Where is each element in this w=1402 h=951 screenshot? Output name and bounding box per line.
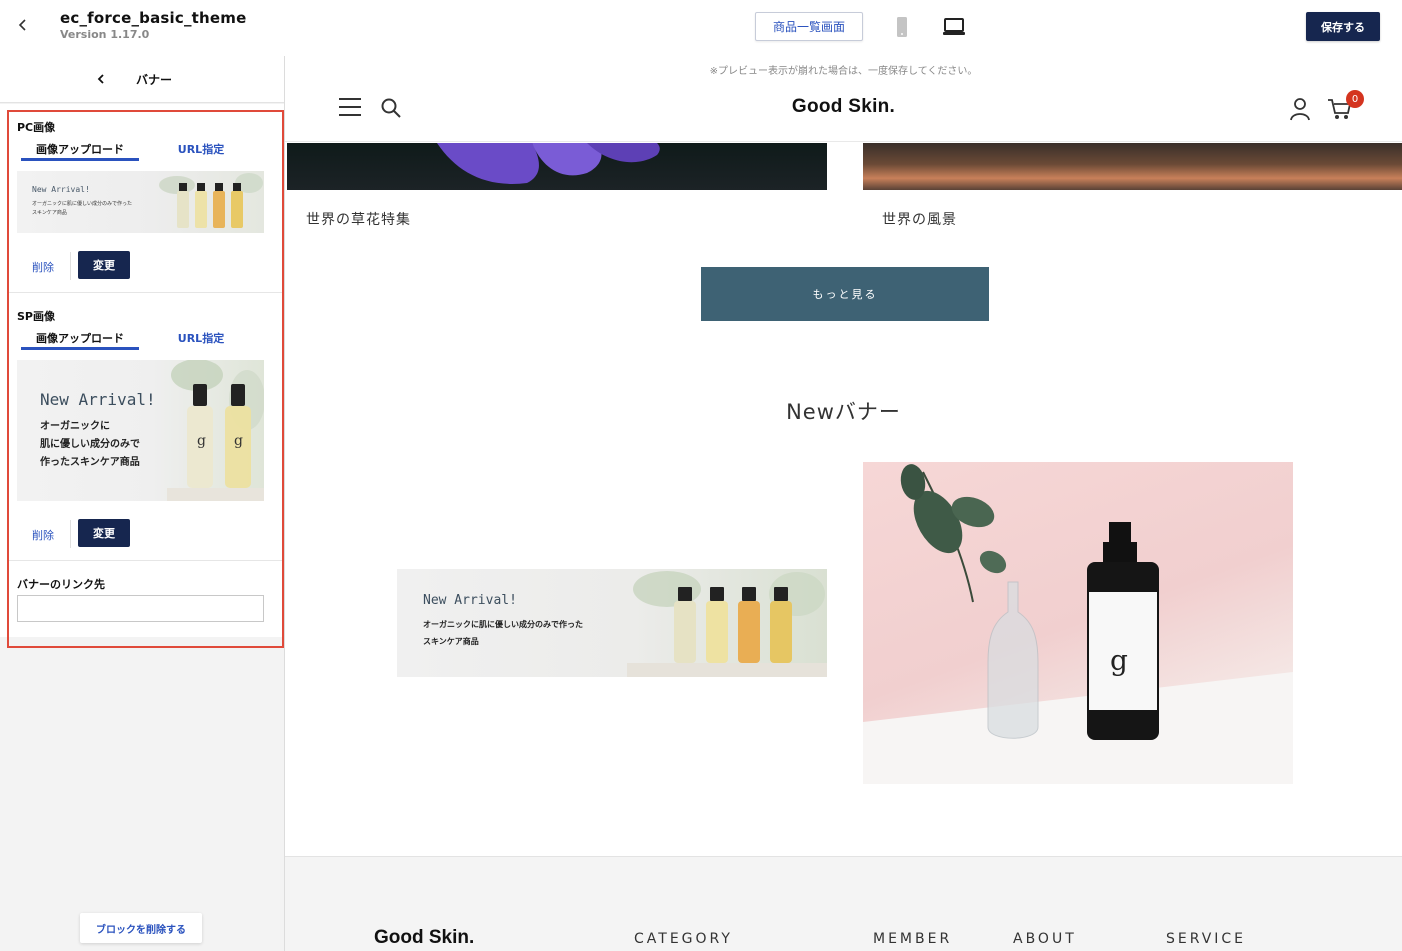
- feature-caption-flowers[interactable]: 世界の草花特集: [306, 209, 411, 229]
- footer-nav-category[interactable]: CATEGORY: [634, 931, 733, 947]
- pc-banner-thumbnail: New Arrival! オーガニックに肌に優しい成分のみで作った スキンケア商…: [17, 171, 264, 233]
- banner-line-2: スキンケア商品: [423, 637, 479, 646]
- footer-nav-member[interactable]: MEMBER: [873, 931, 952, 947]
- divider: [70, 520, 71, 548]
- theme-version: Version 1.17.0: [60, 28, 150, 41]
- product-bottles-image: [627, 571, 827, 677]
- sidebar-title: バナー: [136, 73, 173, 87]
- divider: [70, 252, 71, 280]
- banner-link-input[interactable]: [17, 595, 264, 622]
- footer-nav-service[interactable]: SERVICE: [1166, 931, 1246, 947]
- product-bottles-image: g g: [167, 360, 264, 501]
- sidebar-header: バナー: [0, 56, 284, 103]
- sp-thumb-line-3: 作ったスキンケア商品: [40, 457, 140, 468]
- tab-sp-url[interactable]: URL指定: [143, 330, 259, 350]
- feature-image-landscape[interactable]: [863, 143, 1402, 190]
- laptop-icon: [943, 18, 965, 35]
- site-footer: Good Skin. CATEGORY MEMBER ABOUT SERVICE: [285, 856, 1402, 951]
- store-preview: ※プレビュー表示が崩れた場合は、一度保存してください。 Good Skin. 0…: [285, 56, 1402, 951]
- user-icon[interactable]: [1289, 97, 1311, 121]
- pc-change-button[interactable]: 変更: [78, 251, 130, 279]
- sp-image-label: SP画像: [17, 310, 55, 323]
- pc-delete-link[interactable]: 削除: [32, 259, 54, 275]
- sp-thumb-line-1: オーガニックに: [40, 421, 110, 432]
- tab-sp-image-upload[interactable]: 画像アップロード: [21, 330, 139, 350]
- sp-delete-link[interactable]: 削除: [32, 527, 54, 543]
- feature-image-flowers[interactable]: [287, 143, 827, 190]
- footer-nav-about[interactable]: ABOUT: [1013, 931, 1077, 947]
- sp-thumb-title: New Arrival!: [40, 390, 156, 409]
- new-banner-sp[interactable]: g: [863, 462, 1293, 784]
- banner-line-1: オーガニックに肌に優しい成分のみで作った: [423, 620, 583, 629]
- site-logo[interactable]: Good Skin.: [285, 96, 1402, 118]
- more-button[interactable]: もっと見る: [701, 267, 989, 321]
- site-header: Good Skin. 0: [285, 82, 1402, 142]
- product-list-button[interactable]: 商品一覧画面: [755, 12, 863, 41]
- chevron-left-icon: [18, 19, 26, 31]
- section-divider: [9, 560, 282, 561]
- pc-thumb-line-1: オーガニックに肌に優しい成分のみで作った: [32, 201, 133, 207]
- flower-photo: [437, 143, 660, 184]
- preview-note: ※プレビュー表示が崩れた場合は、一度保存してください。: [709, 66, 978, 77]
- banner-link-label: バナーのリンク先: [17, 578, 105, 591]
- new-banner-pc[interactable]: New Arrival! オーガニックに肌に優しい成分のみで作った スキンケア商…: [397, 569, 827, 677]
- tab-pc-image-upload[interactable]: 画像アップロード: [21, 141, 139, 161]
- footer-logo[interactable]: Good Skin.: [374, 927, 474, 949]
- tab-pc-url[interactable]: URL指定: [143, 141, 259, 161]
- mobile-preview-button[interactable]: [893, 15, 911, 39]
- mobile-device-icon: [897, 17, 907, 37]
- sp-banner-thumbnail: New Arrival! オーガニックに 肌に優しい成分のみで 作ったスキンケア…: [17, 360, 264, 501]
- pc-thumb-line-2: スキンケア商品: [32, 210, 67, 216]
- cart-count-badge: 0: [1346, 90, 1364, 108]
- sidebar-back-button[interactable]: [94, 72, 108, 86]
- sp-thumb-line-2: 肌に優しい成分のみで: [40, 439, 140, 450]
- banner-title: New Arrival!: [423, 593, 517, 608]
- theme-name: ec_force_basic_theme: [60, 9, 247, 27]
- back-button[interactable]: [14, 16, 32, 34]
- sp-change-button[interactable]: 変更: [78, 519, 130, 547]
- svg-text:g: g: [1110, 644, 1128, 677]
- svg-text:g: g: [197, 433, 206, 449]
- product-bottles-image: [159, 173, 263, 228]
- svg-text:g: g: [234, 433, 243, 449]
- pc-image-label: PC画像: [17, 121, 56, 134]
- remove-block-button[interactable]: ブロックを削除する: [80, 913, 202, 943]
- pc-thumb-title: New Arrival!: [32, 185, 90, 194]
- section-divider: [9, 292, 282, 293]
- chevron-left-icon: [97, 74, 104, 84]
- desktop-preview-button[interactable]: [940, 15, 968, 39]
- save-button[interactable]: 保存する: [1306, 12, 1380, 41]
- top-bar: ec_force_basic_theme Version 1.17.0 商品一覧…: [0, 0, 1402, 56]
- section-title: Newバナー: [786, 400, 901, 424]
- feature-caption-landscape[interactable]: 世界の風景: [882, 209, 957, 229]
- shampoo-bottle-photo: g: [863, 464, 1293, 784]
